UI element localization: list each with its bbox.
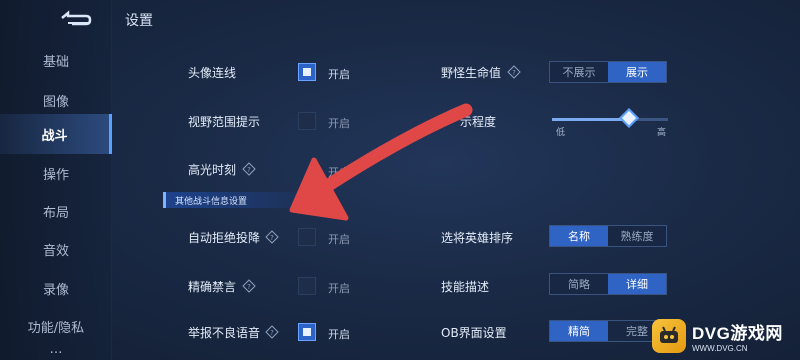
- sidebar-item-controls[interactable]: 操作: [0, 153, 112, 193]
- back-button[interactable]: [58, 8, 96, 28]
- sidebar-item-sound[interactable]: 音效: [0, 229, 112, 269]
- highlight-moment-label: 高光时刻: [188, 163, 237, 177]
- auto-reject-surrender-text: 开启: [328, 233, 350, 246]
- skill-desc-brief-option[interactable]: 简略: [550, 274, 608, 294]
- red-arrow-annotation: [289, 103, 473, 221]
- watermark-main-text: DVG游戏网: [692, 324, 783, 343]
- highlight-moment-text: 开启: [328, 166, 350, 179]
- hint-level-slider-thumb[interactable]: [619, 108, 639, 128]
- dvg-watermark: DVG游戏网 WWW.DVG.CN: [652, 314, 798, 358]
- hint-level-label: 示程度: [460, 115, 497, 129]
- hero-sort-toggle: 名称 熟练度: [549, 225, 667, 247]
- sidebar-item-basic[interactable]: 基础: [0, 40, 112, 80]
- precise-mute-checkbox[interactable]: [298, 277, 316, 295]
- settings-screen: 基础 图像 战斗 操作 布局 音效 录像 功能/隐私 … 设置 头像连线 开启 …: [0, 0, 800, 360]
- report-bad-voice-text: 开启: [328, 328, 350, 341]
- svg-text:?: ?: [247, 166, 251, 174]
- sidebar-item-replay[interactable]: 录像: [0, 268, 112, 308]
- watermark-sub-text: WWW.DVG.CN: [692, 344, 748, 353]
- ob-ui-simple-option[interactable]: 精简: [550, 321, 608, 341]
- auto-reject-surrender-label: 自动拒绝投降: [188, 231, 261, 245]
- hint-level-high-label: 高: [657, 128, 667, 138]
- sidebar: 基础 图像 战斗 操作 布局 音效 录像 功能/隐私 …: [0, 0, 112, 360]
- skill-desc-detail-option[interactable]: 详细: [608, 274, 666, 294]
- avatar-line-checkbox[interactable]: [298, 63, 316, 81]
- auto-reject-surrender-checkbox[interactable]: [298, 228, 316, 246]
- monster-hp-hide-option[interactable]: 不展示: [550, 62, 608, 82]
- svg-text:?: ?: [512, 69, 516, 77]
- section-other-combat-info: 其他战斗信息设置: [163, 192, 323, 208]
- precise-mute-text: 开启: [328, 282, 350, 295]
- sidebar-item-more[interactable]: …: [0, 342, 112, 360]
- hero-sort-name-option[interactable]: 名称: [550, 226, 608, 246]
- monster-hp-help-icon[interactable]: ?: [507, 65, 521, 79]
- sidebar-item-privacy[interactable]: 功能/隐私: [0, 306, 112, 346]
- avatar-line-text: 开启: [328, 68, 350, 81]
- hint-level-slider[interactable]: [552, 118, 668, 121]
- hero-sort-proficiency-option[interactable]: 熟练度: [608, 226, 666, 246]
- view-range-hint-checkbox[interactable]: [298, 112, 316, 130]
- monster-hp-label: 野怪生命值: [441, 66, 502, 80]
- auto-reject-surrender-help-icon[interactable]: ?: [265, 230, 279, 244]
- ob-ui-label: OB界面设置: [441, 326, 507, 340]
- back-arrow-icon: [61, 10, 92, 26]
- hint-level-slider-fill: [552, 118, 622, 121]
- precise-mute-label: 精确禁言: [188, 280, 237, 294]
- page-title: 设置: [125, 13, 153, 29]
- view-range-hint-label: 视野范围提示: [188, 115, 261, 129]
- sidebar-item-combat[interactable]: 战斗: [0, 114, 112, 154]
- view-range-hint-text: 开启: [328, 117, 350, 130]
- skill-desc-label: 技能描述: [441, 280, 490, 294]
- sidebar-item-layout[interactable]: 布局: [0, 191, 112, 231]
- skill-desc-toggle: 简略 详细: [549, 273, 667, 295]
- highlight-moment-help-icon[interactable]: ?: [242, 162, 256, 176]
- hero-sort-label: 选将英雄排序: [441, 231, 514, 245]
- report-bad-voice-label: 举报不良语音: [188, 326, 261, 340]
- precise-mute-help-icon[interactable]: ?: [242, 279, 256, 293]
- report-bad-voice-help-icon[interactable]: ?: [265, 325, 279, 339]
- svg-text:?: ?: [270, 234, 274, 242]
- hint-level-low-label: 低: [556, 128, 566, 138]
- svg-text:?: ?: [270, 329, 274, 337]
- avatar-line-label: 头像连线: [188, 66, 237, 80]
- ob-ui-toggle: 精简 完整: [549, 320, 667, 342]
- svg-text:?: ?: [247, 283, 251, 291]
- monster-hp-toggle: 不展示 展示: [549, 61, 667, 83]
- report-bad-voice-checkbox[interactable]: [298, 323, 316, 341]
- dvg-logo-icon: [652, 319, 686, 353]
- monster-hp-show-option[interactable]: 展示: [608, 62, 666, 82]
